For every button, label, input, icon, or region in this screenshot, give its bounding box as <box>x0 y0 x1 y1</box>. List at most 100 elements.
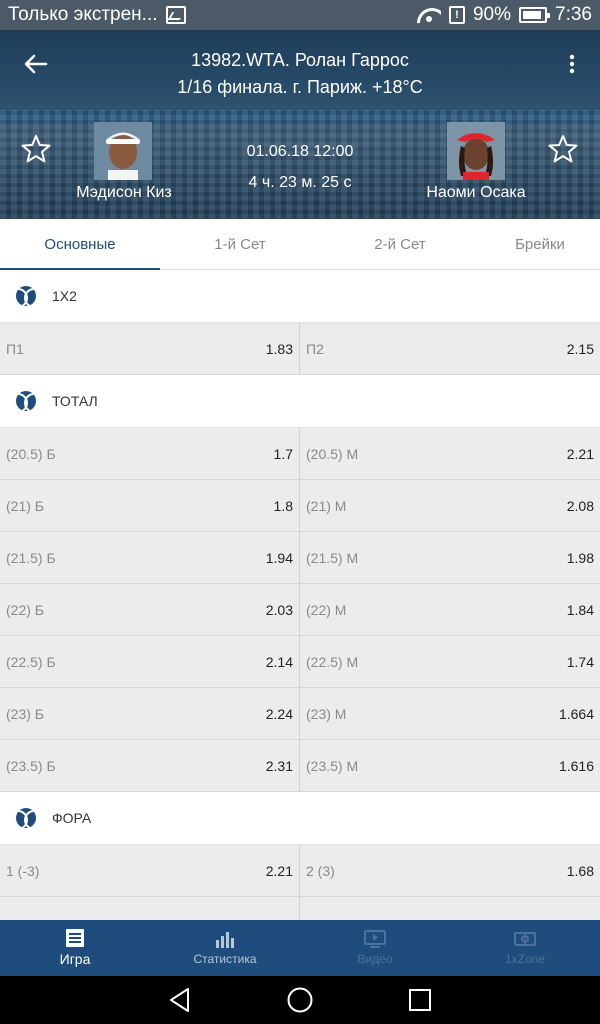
odds-cell[interactable] <box>0 897 300 920</box>
odds-label: 1 (-3) <box>6 862 40 879</box>
video-icon <box>364 930 386 948</box>
odds-cell[interactable]: (23) М 1.664 <box>300 688 600 739</box>
section-title: ТОТАЛ <box>52 393 98 409</box>
odds-label: (21.5) Б <box>6 549 56 566</box>
tab-breaks[interactable]: Брейки <box>480 219 600 269</box>
image-notification-icon <box>165 6 186 24</box>
odds-label: (21.5) М <box>306 549 359 566</box>
odds-cell[interactable]: П1 1.83 <box>0 323 300 374</box>
market-tabs: Основные 1-й Сет 2-й Сет Брейки <box>0 219 600 270</box>
odds-cell[interactable]: (22) Б 2.03 <box>0 584 300 635</box>
tab-main[interactable]: Основные <box>0 219 160 270</box>
system-navigation-bar <box>0 976 600 1024</box>
odds-value: 2.03 <box>265 601 293 618</box>
odds-cell[interactable]: (20.5) М 2.21 <box>300 428 600 479</box>
section-1x2[interactable]: 1X2 <box>0 270 600 323</box>
odds-value: 2.24 <box>265 705 293 722</box>
odds-value: 1.84 <box>566 601 594 618</box>
odds-value: 1.8 <box>273 497 293 514</box>
odds-value: 1.83 <box>265 340 293 357</box>
star-icon <box>548 135 578 163</box>
favorite-player2-button[interactable] <box>548 134 578 164</box>
battery-icon <box>519 7 551 23</box>
odds-cell[interactable]: (22.5) Б 2.14 <box>0 636 300 687</box>
odds-row <box>0 897 600 920</box>
nav-statistics[interactable]: Статистика <box>150 920 300 976</box>
odds-cell[interactable]: (23.5) М 1.616 <box>300 740 600 791</box>
odds-cell[interactable]: (21.5) Б 1.94 <box>0 532 300 583</box>
more-vert-icon <box>569 54 575 74</box>
odds-row: 1 (-3) 2.21 2 (3) 1.68 <box>0 845 600 897</box>
odds-label: (22) М <box>306 601 347 618</box>
odds-value: 1.94 <box>265 549 293 566</box>
odds-label: П1 <box>6 340 24 357</box>
list-icon <box>66 929 84 947</box>
section-title: 1X2 <box>52 288 77 304</box>
more-options-button[interactable] <box>564 52 580 76</box>
tennis-ball-icon <box>16 808 36 828</box>
odds-value: 2.08 <box>566 497 594 514</box>
home-circle-icon[interactable] <box>286 986 314 1014</box>
odds-row: (23) Б 2.24 (23) М 1.664 <box>0 688 600 740</box>
odds-cell[interactable]: (22) М 1.84 <box>300 584 600 635</box>
odds-label: (22.5) Б <box>6 653 56 670</box>
sim-alert-icon: ! <box>448 6 465 24</box>
odds-value: 2.14 <box>265 653 293 670</box>
bar-chart-icon <box>216 932 234 948</box>
odds-row: (22.5) Б 2.14 (22.5) М 1.74 <box>0 636 600 688</box>
odds-cell[interactable]: (21) М 2.08 <box>300 480 600 531</box>
odds-value: 1.664 <box>558 705 594 722</box>
back-triangle-icon[interactable] <box>166 986 194 1014</box>
wifi-icon <box>417 6 441 24</box>
odds-cell[interactable]: (23.5) Б 2.31 <box>0 740 300 791</box>
odds-label: П2 <box>306 340 324 357</box>
odds-cell[interactable]: (20.5) Б 1.7 <box>0 428 300 479</box>
odds-value: 1.7 <box>273 445 293 462</box>
odds-list: 1X2 П1 1.83 П2 2.15 ТОТАЛ (20.5) Б 1.7 (20.… <box>0 270 600 920</box>
odds-value: 1.68 <box>566 862 594 879</box>
odds-label: (20.5) Б <box>6 445 56 462</box>
nav-label: Видео <box>357 952 393 966</box>
tennis-ball-icon <box>16 286 36 306</box>
stadium-background <box>0 110 600 219</box>
clock: 7:36 <box>555 4 592 25</box>
section-handicap[interactable]: ФОРА <box>0 792 600 845</box>
odds-cell[interactable]: П2 2.15 <box>300 323 600 374</box>
match-header: 13982.WTA. Ролан Гаррос 1/16 финала. г. … <box>0 30 600 219</box>
odds-cell[interactable]: (22.5) М 1.74 <box>300 636 600 687</box>
odds-value: 1.98 <box>566 549 594 566</box>
nav-video[interactable]: Видео <box>300 920 450 976</box>
odds-label: (21) М <box>306 497 347 514</box>
player2-name: Наоми Осака <box>426 184 526 201</box>
round-info: 1/16 финала. г. Париж. +18°C <box>177 77 423 97</box>
battery-percent: 90% <box>472 4 512 25</box>
nav-label: Игра <box>59 951 91 967</box>
odds-label: (23.5) Б <box>6 757 56 774</box>
nav-label: Статистика <box>193 952 257 966</box>
recents-square-icon[interactable] <box>406 986 434 1014</box>
odds-value: 1.616 <box>558 757 594 774</box>
nav-label: 1xZone <box>504 952 546 966</box>
section-total[interactable]: ТОТАЛ <box>0 375 600 428</box>
odds-row: П1 1.83 П2 2.15 <box>0 323 600 375</box>
match-date: 01.06.18 12:00 <box>246 143 354 160</box>
tab-set-1[interactable]: 1-й Сет <box>160 219 320 269</box>
odds-cell[interactable]: (21.5) М 1.98 <box>300 532 600 583</box>
odds-label: (22.5) М <box>306 653 359 670</box>
zone-icon <box>514 932 536 946</box>
odds-cell[interactable] <box>300 897 600 920</box>
nav-game[interactable]: Игра <box>0 920 150 976</box>
odds-label: (23.5) М <box>306 757 359 774</box>
nav-1xzone[interactable]: 1xZone <box>450 920 600 976</box>
odds-cell[interactable]: 1 (-3) 2.21 <box>0 845 300 896</box>
odds-cell[interactable]: (21) Б 1.8 <box>0 480 300 531</box>
status-bar: Только экстрен... ! 90% 7:36 <box>0 0 600 30</box>
section-title: ФОРА <box>52 810 92 826</box>
odds-row: (21) Б 1.8 (21) М 2.08 <box>0 480 600 532</box>
odds-value: 2.31 <box>265 757 293 774</box>
odds-value: 2.15 <box>566 340 594 357</box>
odds-cell[interactable]: 2 (3) 1.68 <box>300 845 600 896</box>
odds-cell[interactable]: (23) Б 2.24 <box>0 688 300 739</box>
tab-set-2[interactable]: 2-й Сет <box>320 219 480 269</box>
player2-avatar <box>447 122 505 180</box>
